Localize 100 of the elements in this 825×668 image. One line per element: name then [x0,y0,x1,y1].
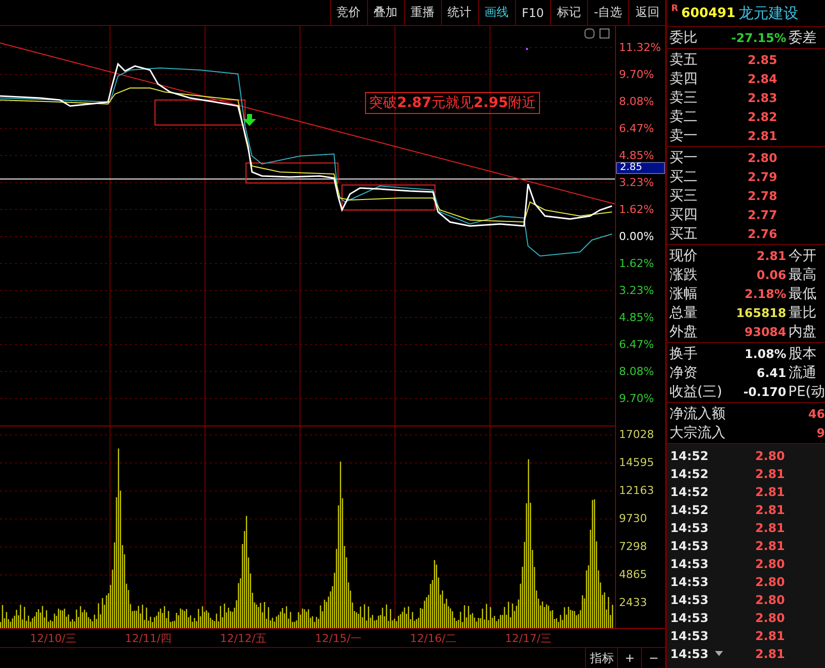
quote-value: 93084 [744,324,786,338]
price-axis-label: 3.23% [618,284,655,298]
row-label: 流通 [788,364,816,382]
price-axis-label: 1.62% [618,256,655,270]
trade-price: 2.81 [754,467,785,481]
quote-value: 6.41 [756,366,786,380]
maximize-icon[interactable] [600,28,610,38]
row-label: 最高 [788,266,816,284]
date-label: 12/15/一 [315,631,362,647]
down-arrow-icon [243,114,256,126]
row-label: 最低 [788,284,816,302]
trade-price: 2.81 [754,539,785,553]
trade-price: 2.80 [754,593,785,607]
trade-price: 2.81 [754,503,785,517]
quote-value: 0.06 [756,268,786,282]
trade-time: 14:52 [669,485,710,499]
price-axis-label: 11.32% [618,40,662,54]
trade-price: 2.81 [754,629,785,643]
trade-price: 2.81 [754,647,785,661]
row-label: 买三 [668,186,698,204]
trade-time: 14:53 [669,629,710,643]
row-label: 卖一 [668,126,698,144]
bid-price: 2.76 [746,226,778,240]
row-label: 卖三 [668,88,698,106]
row-label: 委差 [788,28,816,46]
window-icon[interactable] [584,28,594,38]
row-label: 总量 [668,304,698,322]
trade-price: 2.80 [754,449,785,463]
row-label: 量比 [788,304,816,322]
flag-label: R [671,4,678,14]
ask-price: 2.84 [746,72,778,86]
row-label: 买五 [668,224,698,242]
price-axis-label: 1.62% [618,202,655,216]
trade-time: 14:53 [669,557,710,571]
price-axis-label: 9.70% [618,68,655,82]
price-axis-label: 3.23% [618,176,655,190]
trade-time: 14:53 [669,521,710,535]
price-axis-label: 9.70% [618,392,655,406]
date-label: 12/11/四 [125,631,172,647]
trade-price: 2.80 [754,575,785,589]
volume-axis-label: 14595 [618,456,655,470]
ratio-value: -27.15% [730,30,786,44]
quote-value: 1.08% [744,346,786,360]
price-axis-label: 0.00% [618,230,655,244]
stock-name: 龙元建设 [738,4,798,22]
ask-price: 2.85 [746,52,778,66]
price-axis-label: 6.47% [618,338,655,352]
row-label: 今开 [788,246,816,264]
trade-time: 14:53 [669,593,710,607]
row-label: 大宗流入 [668,424,726,442]
volume-axis-label: 12163 [618,484,655,498]
price-axis-label: 4.85% [618,148,655,162]
stock-code: 600491 [681,6,736,20]
trade-time: 14:53 [669,575,710,589]
quote-value: 2.18% [744,286,786,300]
trade-price: 2.81 [754,521,785,535]
volume-axis-label: 7298 [618,540,648,554]
date-label: 12/17/三 [505,631,552,647]
date-label: 12/12/五 [220,631,268,647]
volume-axis-label: 2433 [618,596,648,610]
trade-time: 14:53 [669,539,710,553]
flow-value: 46 [808,406,825,420]
trade-price: 2.80 [754,557,785,571]
quote-value: 165818 [735,306,786,320]
ask-price: 2.81 [746,128,778,142]
caret-icon[interactable] [715,651,724,656]
date-label: 12/10/三 [30,631,78,647]
volume-axis-label: 4865 [618,568,648,582]
trade-time: 14:53 [669,611,710,625]
price-axis-label: 6.47% [618,122,655,136]
row-label: 涨跌 [668,266,698,284]
bid-price: 2.78 [746,188,778,202]
volume-axis-label: 17028 [618,428,655,442]
row-label: 股本 [788,344,816,362]
row-label: 换手 [668,344,698,362]
trade-time: 14:52 [669,449,710,463]
quote-value: 2.81 [756,248,786,262]
ask-price: 2.83 [746,90,778,104]
annotation-label: 突破2.87元就见2.95附近 [365,92,540,114]
trade-price: 2.81 [754,485,785,499]
date-label: 12/16/二 [410,631,458,647]
row-label: 买四 [668,206,698,224]
row-label: 净资 [668,364,698,382]
trade-time: 14:52 [669,503,710,517]
bid-price: 2.80 [746,150,778,164]
row-label: 卖五 [668,50,698,68]
row-label: 收益(三) [668,382,724,400]
price-axis-label: 8.08% [618,94,655,108]
row-label: 买二 [668,168,698,186]
price-marker: 2.85 [616,162,666,174]
bid-price: 2.79 [746,170,778,184]
trade-time: 14:52 [669,467,710,481]
bid-price: 2.77 [746,208,778,222]
ask-price: 2.82 [746,110,778,124]
trade-time: 14:53 [669,647,710,661]
volume-axis-label: 9730 [618,512,648,526]
price-axis-label: 8.08% [618,364,655,378]
row-label: 卖四 [668,70,698,88]
trade-price: 2.80 [754,611,785,625]
quote-value: -0.170 [742,384,786,398]
